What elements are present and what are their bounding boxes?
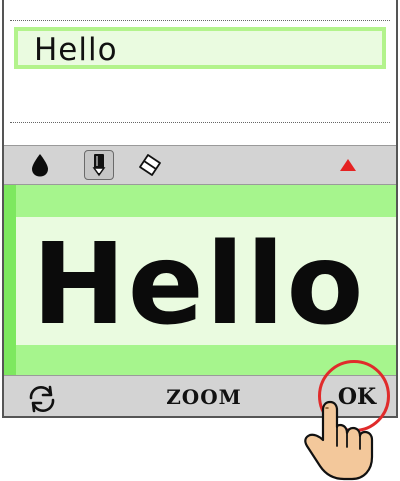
pen-icon[interactable]: [84, 150, 114, 180]
handwriting-canvas[interactable]: Hello: [4, 185, 396, 375]
zoom-button[interactable]: ZOOM: [154, 384, 254, 410]
action-bar: ZOOM OK: [4, 375, 396, 416]
canvas-top-band: [4, 185, 396, 217]
handwritten-text: Hello: [32, 220, 366, 350]
handwriting-input-panel: Hello Hello ZOOM OK: [2, 0, 398, 418]
refresh-button[interactable]: [24, 384, 60, 414]
eraser-icon[interactable]: [136, 151, 164, 179]
ink-drop-icon[interactable]: [26, 151, 54, 179]
guide-line-bottom: [10, 122, 390, 123]
text-entry-value: Hello: [34, 32, 118, 68]
ok-button[interactable]: OK: [326, 382, 388, 412]
guide-line-top: [10, 20, 390, 21]
drawing-toolbar: [4, 145, 396, 185]
refresh-icon: [29, 385, 55, 413]
text-entry-field[interactable]: Hello: [14, 27, 386, 69]
collapse-triangle-icon[interactable]: [334, 151, 362, 179]
canvas-left-edge: [4, 185, 16, 375]
